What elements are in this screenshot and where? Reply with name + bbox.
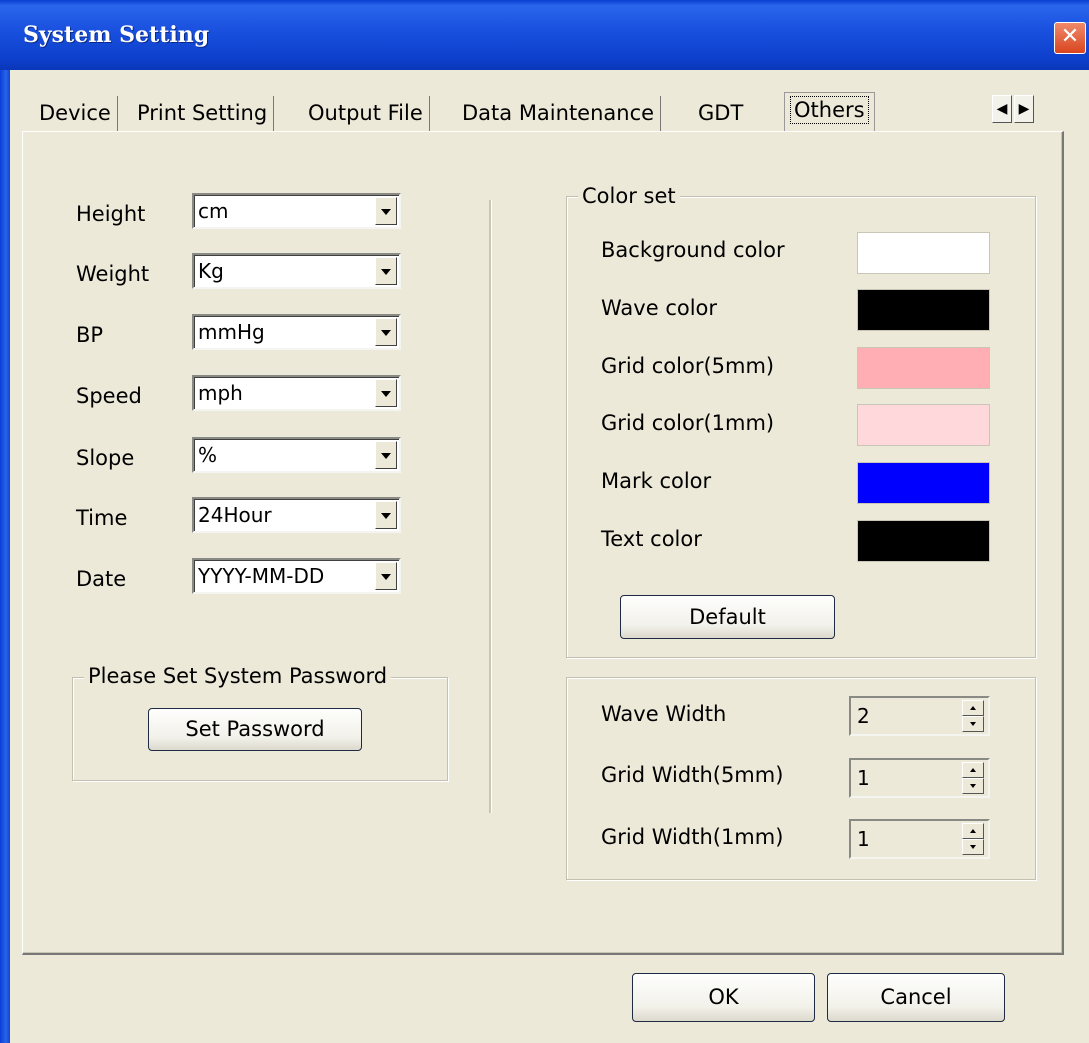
select-value: cm	[198, 199, 229, 223]
window-left-border	[0, 70, 10, 1043]
background-color-swatch[interactable]	[857, 232, 990, 274]
ok-button[interactable]: OK	[632, 973, 815, 1022]
cancel-button[interactable]: Cancel	[827, 973, 1005, 1022]
date-format-select[interactable]: YYYY-MM-DD	[192, 558, 401, 594]
stepper-value[interactable]: 2	[857, 704, 870, 728]
tab-label: Data Maintenance	[462, 101, 655, 125]
grid-color-1mm-swatch[interactable]	[857, 404, 990, 446]
tab-scroll-right-button[interactable]: ▶	[1014, 95, 1034, 123]
text-color-swatch[interactable]	[857, 520, 990, 562]
chevron-down-icon[interactable]	[375, 197, 397, 225]
grid-width-5mm-label: Grid Width(5mm)	[601, 763, 784, 787]
tab-label: GDT	[698, 101, 744, 125]
grid-width-5mm-stepper[interactable]: 1	[849, 758, 990, 798]
text-color-label: Text color	[601, 527, 702, 551]
wave-width-label: Wave Width	[601, 702, 727, 726]
height-unit-select[interactable]: cm	[192, 193, 401, 229]
mark-color-label: Mark color	[601, 469, 712, 493]
tab-others[interactable]: Others	[784, 92, 875, 132]
arrow-left-icon: ◀	[996, 101, 1008, 117]
tab-device[interactable]: Device	[33, 96, 118, 132]
date-label: Date	[76, 567, 127, 591]
speed-label: Speed	[76, 384, 142, 408]
tab-label: Output File	[308, 101, 423, 125]
arrow-right-icon: ▶	[1018, 101, 1030, 117]
grid-width-1mm-stepper[interactable]: 1	[849, 819, 990, 859]
stepper-value[interactable]: 1	[857, 827, 870, 851]
chevron-down-icon[interactable]	[375, 379, 397, 407]
color-set-group-label: Color set	[578, 184, 680, 208]
time-label: Time	[76, 506, 128, 530]
password-group-label: Please Set System Password	[84, 664, 392, 688]
wave-color-swatch[interactable]	[857, 289, 990, 331]
select-value: 24Hour	[198, 503, 272, 527]
chevron-down-icon[interactable]	[375, 441, 397, 469]
grid-color-1mm-label: Grid color(1mm)	[601, 411, 775, 435]
spin-down-icon[interactable]	[962, 778, 984, 794]
tab-data-maintenance[interactable]: Data Maintenance	[456, 96, 662, 132]
grid-color-5mm-swatch[interactable]	[857, 347, 990, 389]
close-button[interactable]: ✕	[1054, 22, 1086, 54]
bp-label: BP	[76, 323, 104, 347]
spin-up-icon[interactable]	[962, 762, 984, 778]
grid-width-1mm-label: Grid Width(1mm)	[601, 825, 784, 849]
spin-up-icon[interactable]	[962, 700, 984, 716]
bp-unit-select[interactable]: mmHg	[192, 314, 401, 350]
select-value: %	[198, 443, 218, 467]
default-colors-button[interactable]: Default	[620, 595, 835, 639]
chevron-down-icon[interactable]	[375, 501, 397, 529]
chevron-down-icon[interactable]	[375, 318, 397, 346]
window-title: System Setting	[23, 22, 210, 48]
close-icon: ✕	[1060, 24, 1080, 49]
stepper-value[interactable]: 1	[857, 766, 870, 790]
weight-label: Weight	[76, 262, 150, 286]
background-color-label: Background color	[601, 238, 785, 262]
spin-up-icon[interactable]	[962, 823, 984, 839]
tab-label: Others	[790, 96, 869, 124]
vertical-divider	[489, 200, 492, 813]
tab-gdt[interactable]: GDT	[692, 96, 749, 132]
chevron-down-icon[interactable]	[375, 257, 397, 285]
wave-width-stepper[interactable]: 2	[849, 696, 990, 736]
mark-color-swatch[interactable]	[857, 462, 990, 504]
weight-unit-select[interactable]: Kg	[192, 253, 401, 289]
slope-unit-select[interactable]: %	[192, 437, 401, 473]
select-value: mph	[198, 381, 243, 405]
tab-label: Device	[39, 101, 111, 125]
slope-label: Slope	[76, 446, 135, 470]
time-format-select[interactable]: 24Hour	[192, 497, 401, 533]
select-value: YYYY-MM-DD	[198, 564, 325, 588]
select-value: mmHg	[198, 320, 265, 344]
set-password-button[interactable]: Set Password	[148, 708, 362, 751]
tab-print-setting[interactable]: Print Setting	[131, 96, 275, 132]
spin-down-icon[interactable]	[962, 716, 984, 732]
tab-output-file[interactable]: Output File	[302, 96, 430, 132]
tab-scroll-left-button[interactable]: ◀	[992, 95, 1012, 123]
spin-down-icon[interactable]	[962, 839, 984, 855]
tab-label: Print Setting	[137, 101, 268, 125]
wave-color-label: Wave color	[601, 296, 718, 320]
select-value: Kg	[198, 259, 224, 283]
speed-unit-select[interactable]: mph	[192, 375, 401, 411]
height-label: Height	[76, 202, 146, 226]
chevron-down-icon[interactable]	[375, 562, 397, 590]
grid-color-5mm-label: Grid color(5mm)	[601, 354, 775, 378]
